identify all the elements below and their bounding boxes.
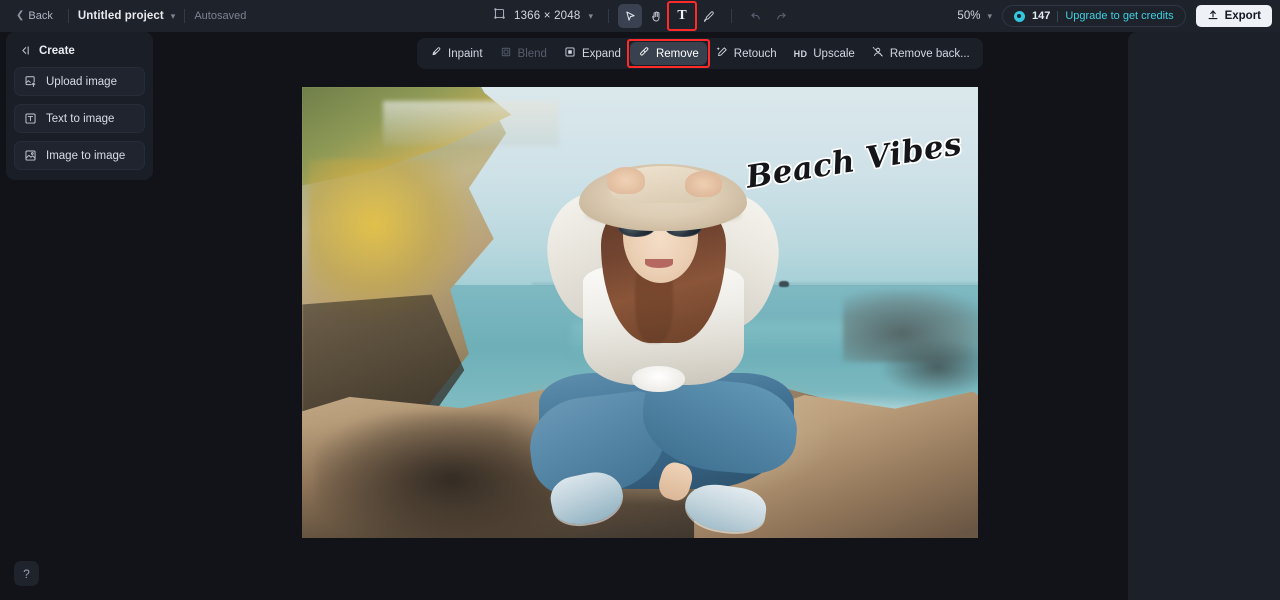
sidebar-item-label: Upload image	[46, 75, 117, 88]
top-bar-center: 1366 × 2048 ▾ T	[487, 0, 793, 32]
top-bar: ❮ Back Untitled project ▾ Autosaved 1366…	[0, 0, 1280, 32]
hand-right	[685, 171, 723, 198]
hand-left	[607, 167, 645, 194]
collapse-panel-icon	[18, 44, 31, 57]
sidebar-collapse-header[interactable]: Create	[14, 40, 145, 67]
top-bar-right: 50% ▾ 147 Upgrade to get credits Export	[957, 0, 1272, 32]
left-sidebar: Create Upload image Text to image Image …	[6, 32, 153, 180]
divider	[67, 9, 69, 23]
sidebar-item-upload-image[interactable]: Upload image	[14, 67, 145, 96]
hd-badge-icon: HD	[793, 48, 808, 59]
upscale-button[interactable]: HD Upscale	[786, 44, 863, 64]
blend-icon	[500, 46, 512, 61]
export-icon	[1207, 9, 1219, 24]
expand-icon	[564, 46, 576, 61]
back-button[interactable]: ❮ Back	[10, 7, 59, 25]
help-button[interactable]: ?	[14, 561, 39, 586]
upscale-label: Upscale	[813, 47, 855, 60]
expand-label: Expand	[581, 47, 621, 60]
cliff-yellow-flowers	[308, 159, 471, 322]
right-panel	[1128, 32, 1280, 600]
retouch-button[interactable]: Retouch	[708, 42, 785, 65]
top-bar-left: ❮ Back Untitled project ▾ Autosaved	[0, 7, 246, 25]
distant-rocks-2	[883, 339, 978, 394]
chevron-left-icon: ❮	[16, 10, 25, 21]
credit-coin-icon	[1013, 10, 1025, 22]
chevron-down-icon: ▾	[588, 10, 594, 21]
back-label: Back	[28, 10, 53, 22]
remove-button[interactable]: Remove	[626, 39, 710, 68]
redo-button[interactable]	[769, 4, 793, 28]
sidebar-title: Create	[39, 44, 75, 57]
blend-label: Blend	[517, 47, 547, 60]
remove-background-button[interactable]: Remove back...	[864, 42, 978, 65]
sneaker-right	[682, 480, 769, 536]
text-tool-button[interactable]: T	[667, 1, 698, 31]
export-label: Export	[1224, 10, 1261, 22]
inpaint-icon	[430, 46, 442, 61]
chevron-down-icon: ▾	[987, 10, 992, 21]
autosaved-status: Autosaved	[194, 10, 247, 22]
zoom-level-label: 50%	[957, 10, 981, 22]
shirt-knot	[632, 365, 686, 392]
credits-pill[interactable]: 147 Upgrade to get credits	[1001, 5, 1186, 27]
divider	[1057, 10, 1059, 22]
expand-button[interactable]: Expand	[556, 42, 629, 65]
divider	[608, 9, 610, 23]
divider	[731, 9, 733, 23]
question-mark-icon: ?	[23, 566, 30, 581]
export-button[interactable]: Export	[1195, 5, 1272, 27]
brush-tool-button[interactable]	[696, 4, 720, 28]
canvas-size-icon	[493, 7, 506, 25]
remove-background-label: Remove back...	[889, 47, 970, 60]
tool-group: T	[618, 1, 793, 31]
remove-icon	[638, 46, 650, 61]
photo-composition: Beach Vibes	[302, 87, 978, 538]
sidebar-item-label: Text to image	[46, 112, 115, 125]
sidebar-item-image-to-image[interactable]: Image to image	[14, 141, 145, 170]
distant-houses	[383, 100, 559, 146]
inpaint-label: Inpaint	[448, 47, 483, 60]
retouch-label: Retouch	[733, 47, 777, 60]
undo-button[interactable]	[743, 4, 767, 28]
edit-tools-toolbar: Inpaint Blend Expand Remove Retouch HD U…	[417, 38, 983, 69]
remove-label: Remove	[655, 47, 699, 60]
canvas-size-label: 1366 × 2048	[513, 10, 581, 22]
remove-background-icon	[872, 46, 884, 61]
upload-image-icon	[24, 75, 37, 88]
woman-figure	[505, 163, 816, 538]
chevron-down-icon[interactable]: ▾	[171, 11, 176, 22]
text-to-image-icon	[24, 112, 37, 125]
select-tool-button[interactable]	[618, 4, 643, 28]
image-to-image-icon	[24, 149, 37, 162]
canvas-image[interactable]: Beach Vibes	[302, 87, 978, 538]
blend-button[interactable]: Blend	[492, 42, 555, 65]
credits-count: 147	[1031, 10, 1051, 22]
retouch-icon	[716, 46, 728, 61]
canvas-size-selector[interactable]: 1366 × 2048 ▾	[487, 7, 599, 25]
hand-tool-button[interactable]	[644, 4, 668, 28]
divider	[184, 9, 186, 23]
app-root: ❮ Back Untitled project ▾ Autosaved 1366…	[0, 0, 1280, 600]
project-title: Untitled project	[77, 10, 164, 22]
upgrade-link[interactable]: Upgrade to get credits	[1065, 10, 1173, 22]
inpaint-button[interactable]: Inpaint	[422, 42, 491, 65]
sidebar-item-text-to-image[interactable]: Text to image	[14, 104, 145, 133]
sidebar-item-label: Image to image	[46, 149, 126, 162]
zoom-selector[interactable]: 50% ▾	[957, 10, 992, 22]
